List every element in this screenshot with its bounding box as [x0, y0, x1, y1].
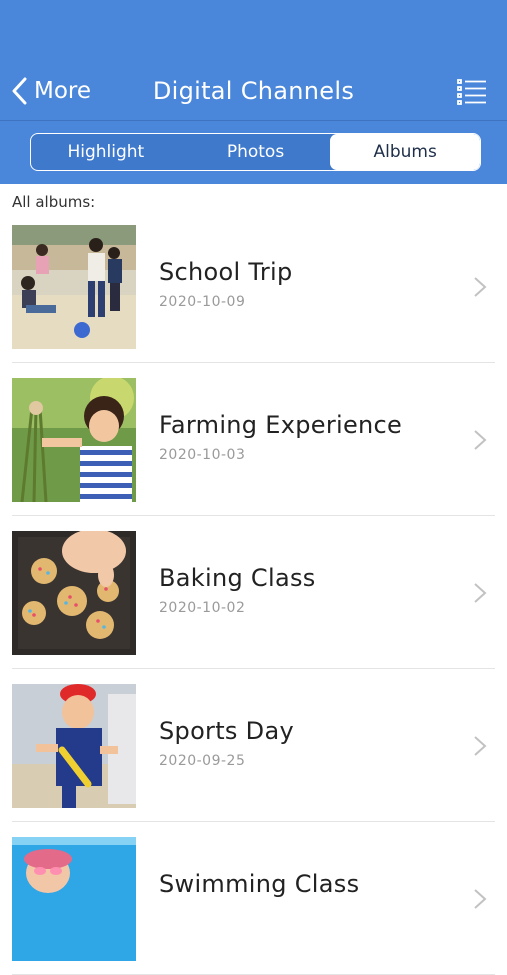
album-list: School Trip 2020-10-09 Farming Experienc…	[0, 210, 507, 975]
album-item-school-trip[interactable]: School Trip 2020-10-09	[0, 210, 507, 363]
app-header: More Digital Channels Highlight Photos A…	[0, 0, 507, 184]
album-date: 2020-10-02	[159, 600, 246, 616]
chevron-right-icon	[474, 277, 487, 297]
album-item-swimming-class[interactable]: Swimming Class	[0, 822, 507, 975]
album-item-farming-experience[interactable]: Farming Experience 2020-10-03	[0, 363, 507, 516]
cookies-on-tray-photo	[12, 531, 136, 655]
album-date: 2020-10-03	[159, 447, 246, 463]
album-title: Sports Day	[159, 717, 294, 745]
boy-running-relay-photo	[12, 684, 136, 808]
section-label: All albums:	[12, 193, 96, 211]
album-item-sports-day[interactable]: Sports Day 2020-09-25	[0, 669, 507, 822]
list-icon	[457, 79, 486, 105]
chevron-right-icon	[474, 583, 487, 603]
album-title: Baking Class	[159, 564, 316, 592]
album-thumbnail	[12, 378, 136, 502]
chevron-right-icon	[474, 736, 487, 756]
child-in-pool-photo	[12, 837, 136, 961]
chevron-right-icon	[474, 889, 487, 909]
tab-photos[interactable]: Photos	[181, 134, 331, 170]
children-playing-park-photo	[12, 225, 136, 349]
album-title: School Trip	[159, 258, 293, 286]
album-date: 2020-10-09	[159, 294, 246, 310]
album-thumbnail	[12, 225, 136, 349]
chevron-right-icon	[474, 430, 487, 450]
girl-holding-vegetables-photo	[12, 378, 136, 502]
album-thumbnail	[12, 684, 136, 808]
view-segmented-control: Highlight Photos Albums	[30, 133, 481, 171]
tab-highlight[interactable]: Highlight	[31, 134, 181, 170]
album-title: Swimming Class	[159, 870, 360, 898]
album-date: 2020-09-25	[159, 753, 246, 769]
album-thumbnail	[12, 837, 136, 961]
album-thumbnail	[12, 531, 136, 655]
album-title: Farming Experience	[159, 411, 403, 439]
album-item-baking-class[interactable]: Baking Class 2020-10-02	[0, 516, 507, 669]
tab-albums[interactable]: Albums	[330, 134, 480, 170]
navigation-bar: More Digital Channels	[0, 60, 507, 121]
page-title: Digital Channels	[152, 77, 355, 105]
list-menu-button[interactable]	[457, 77, 487, 105]
